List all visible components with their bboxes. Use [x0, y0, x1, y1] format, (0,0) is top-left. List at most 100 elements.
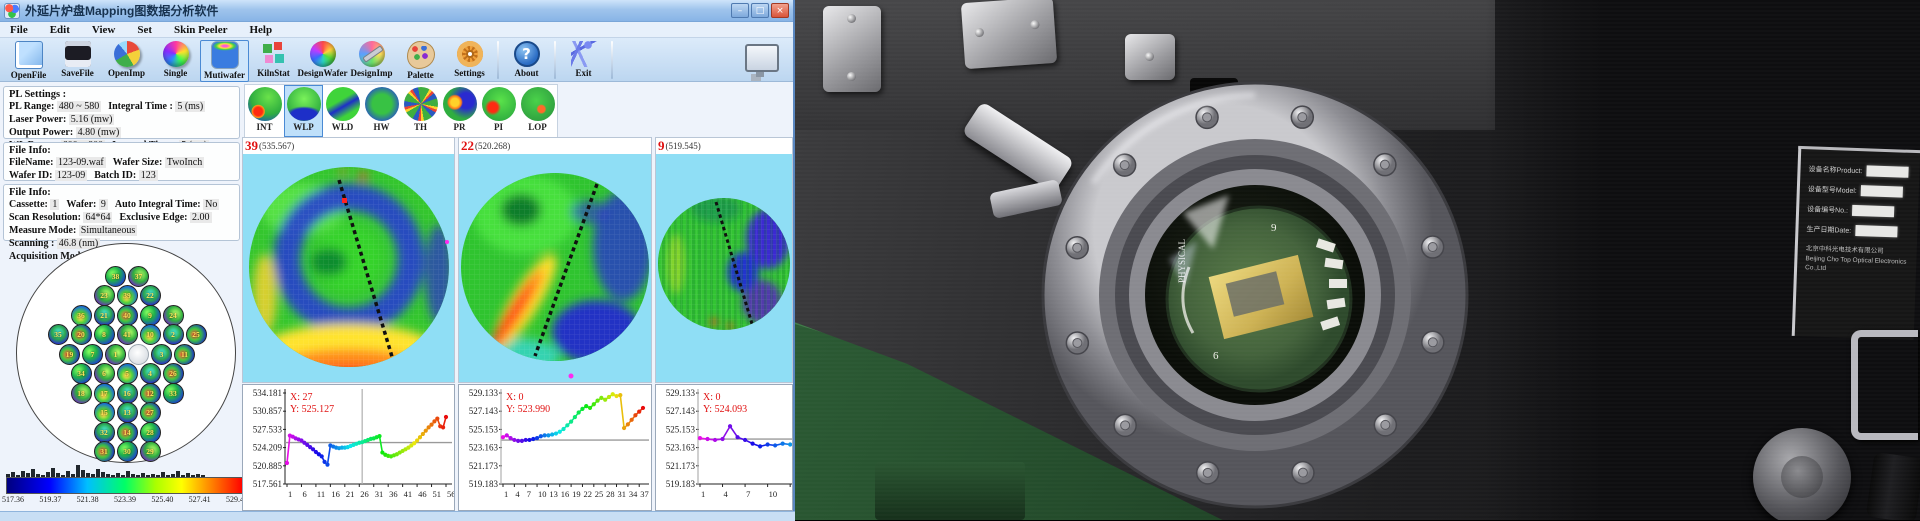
tray-wafer-5[interactable]: 5 [117, 363, 138, 384]
tray-wafer-16[interactable]: 16 [117, 383, 138, 404]
data-point [577, 410, 581, 414]
tray-wafer-19[interactable]: 19 [59, 344, 80, 365]
menu-set[interactable]: Set [137, 24, 152, 36]
x-tick-label: 13 [549, 489, 558, 499]
minimize-button[interactable]: – [731, 3, 749, 18]
menu-skin-peeler[interactable]: Skin Peeler [174, 24, 227, 36]
menu-view[interactable]: View [92, 24, 115, 36]
wafer-22-line-profile-svg[interactable]: 529.133527.143525.153523.163521.173519.1… [459, 385, 651, 510]
tray-wafer-41[interactable]: 41 [117, 324, 138, 345]
tray-wafer-33[interactable]: 33 [163, 383, 184, 404]
tab-pr[interactable]: PR [440, 85, 479, 137]
tray-wafer-27[interactable]: 27 [140, 402, 161, 423]
wafer-heatmap-3[interactable] [656, 154, 792, 383]
designimp-button[interactable]: DesignImp [347, 40, 396, 82]
tray-wafer-34[interactable]: 34 [71, 363, 92, 384]
tray-wafer-7[interactable]: 7 [82, 344, 103, 365]
menu-edit[interactable]: Edit [50, 24, 70, 36]
tray-wafer-11[interactable]: 11 [174, 344, 195, 365]
title-bar[interactable]: 外延片炉盘Mapping图数据分析软件 –□× [0, 0, 793, 22]
data-point [781, 442, 785, 446]
tray-wafer-21[interactable]: 21 [94, 305, 115, 326]
tray-wafer-13[interactable]: 13 [117, 402, 138, 423]
tab-pi[interactable]: PI [479, 85, 518, 137]
tray-wafer-18[interactable]: 18 [71, 383, 92, 404]
wafer-9-line-profile-svg[interactable]: 529.133527.143525.153523.163521.173519.1… [656, 385, 793, 510]
savefile-button[interactable]: SaveFile [53, 40, 102, 82]
openfile-button[interactable]: OpenFile [4, 40, 53, 82]
tray-wafer-28[interactable]: 28 [140, 422, 161, 443]
about-button[interactable]: ?About [502, 40, 551, 82]
settings-button[interactable]: Settings [445, 40, 494, 82]
tab-wld[interactable]: WLD [323, 85, 362, 137]
exit-button[interactable]: Exit [559, 40, 608, 82]
toolbar-button-label: Palette [407, 70, 433, 80]
wafer-map-panel-3[interactable]: 9 (519.545) [655, 137, 793, 383]
tab-wlp[interactable]: WLP [284, 85, 323, 137]
line-chart-panel-2[interactable]: 529.133527.143525.153523.163521.173519.1… [458, 384, 652, 511]
tray-wafer-25[interactable]: 25 [186, 324, 207, 345]
wafer-heatmap-1[interactable] [243, 154, 454, 383]
tab-hw[interactable]: HW [362, 85, 401, 137]
cursor-annotation: X: 0 [506, 392, 524, 403]
tray-wafer-23[interactable]: 23 [94, 285, 115, 306]
tray-wafer-14[interactable]: 14 [117, 422, 138, 443]
tray-wafer-26[interactable]: 26 [163, 363, 184, 384]
tray-wafer-12[interactable]: 12 [140, 383, 161, 404]
info-row: Laser Power: 5.16 (mw)Output Power: 4.80… [9, 113, 235, 139]
tray-wafer-4[interactable]: 4 [140, 363, 161, 384]
tab-th[interactable]: TH [401, 85, 440, 137]
info-value: 123-09 [55, 170, 87, 181]
data-point [512, 438, 516, 442]
tab-label: HW [373, 122, 389, 132]
tray-wafer-36[interactable]: 36 [71, 305, 92, 326]
wafer-map-panel-2[interactable]: 22 (520.268) [458, 137, 652, 383]
color-scale-bar[interactable] [6, 477, 244, 494]
line-chart-panel-1[interactable]: 534.181530.857527.533524.209520.885517.5… [242, 384, 455, 511]
single-button[interactable]: Single [151, 40, 200, 82]
tray-wafer-39[interactable]: 39 [117, 285, 138, 306]
maximize-button[interactable]: □ [751, 3, 769, 18]
palette-button[interactable]: Palette [396, 40, 445, 82]
tray-wafer-3[interactable]: 3 [151, 344, 172, 365]
info-field: Wafer ID: 123-09 [9, 169, 87, 182]
tray-wafer-10[interactable]: 10 [140, 324, 161, 345]
plate-row: 设备编号No.: [1807, 203, 1914, 218]
tray-wafer-22[interactable]: 22 [140, 285, 161, 306]
tray-wafer-24[interactable]: 24 [163, 305, 184, 326]
x-tick-label: 1 [504, 489, 508, 499]
openimp-button[interactable]: OpenImp [102, 40, 151, 82]
tray-wafer-35[interactable]: 35 [48, 324, 69, 345]
tab-label: LOP [528, 122, 547, 132]
close-button[interactable]: × [771, 3, 789, 18]
tab-lop[interactable]: LOP [518, 85, 557, 137]
line-chart-panel-3[interactable]: 529.133527.143525.153523.163521.173519.1… [655, 384, 793, 511]
designwafer-button[interactable]: DesignWafer [298, 40, 347, 82]
data-point [415, 438, 419, 442]
tray-wafer-20[interactable]: 20 [71, 324, 92, 345]
menu-help[interactable]: Help [249, 24, 272, 36]
tray-wafer-37[interactable]: 37 [128, 266, 149, 287]
wafer-39-line-profile-svg[interactable]: 534.181530.857527.533524.209520.885517.5… [243, 385, 454, 510]
data-point [580, 407, 584, 411]
kilnstat-button[interactable]: KilnStat [249, 40, 298, 82]
tray-wafer-32[interactable]: 32 [94, 422, 115, 443]
tray-wafer-17[interactable]: 17 [94, 383, 115, 404]
tray-wafer-6[interactable]: 6 [94, 363, 115, 384]
menu-file[interactable]: File [10, 24, 28, 36]
tray-wafer-1[interactable]: 1 [105, 344, 126, 365]
info-value: Simultaneous [79, 225, 137, 236]
info-value: 123 [139, 170, 158, 181]
tray-wafer-38[interactable]: 38 [105, 266, 126, 287]
tray-wafer-8[interactable]: 8 [94, 324, 115, 345]
info-field: Auto Integral Time: No [115, 198, 219, 211]
tray-wafer-15[interactable]: 15 [94, 402, 115, 423]
mutiwafer-button[interactable]: Mutiwafer [200, 40, 249, 82]
cursor-annotation: Y: 525.127 [290, 404, 334, 415]
tray-wafer-40[interactable]: 40 [117, 305, 138, 326]
wafer-heatmap-2[interactable] [459, 154, 651, 383]
tab-int[interactable]: INT [245, 85, 284, 137]
tray-wafer-2[interactable]: 2 [163, 324, 184, 345]
tray-wafer-9[interactable]: 9 [140, 305, 161, 326]
wafer-map-panel-1[interactable]: 39 (535.567) [242, 137, 455, 383]
